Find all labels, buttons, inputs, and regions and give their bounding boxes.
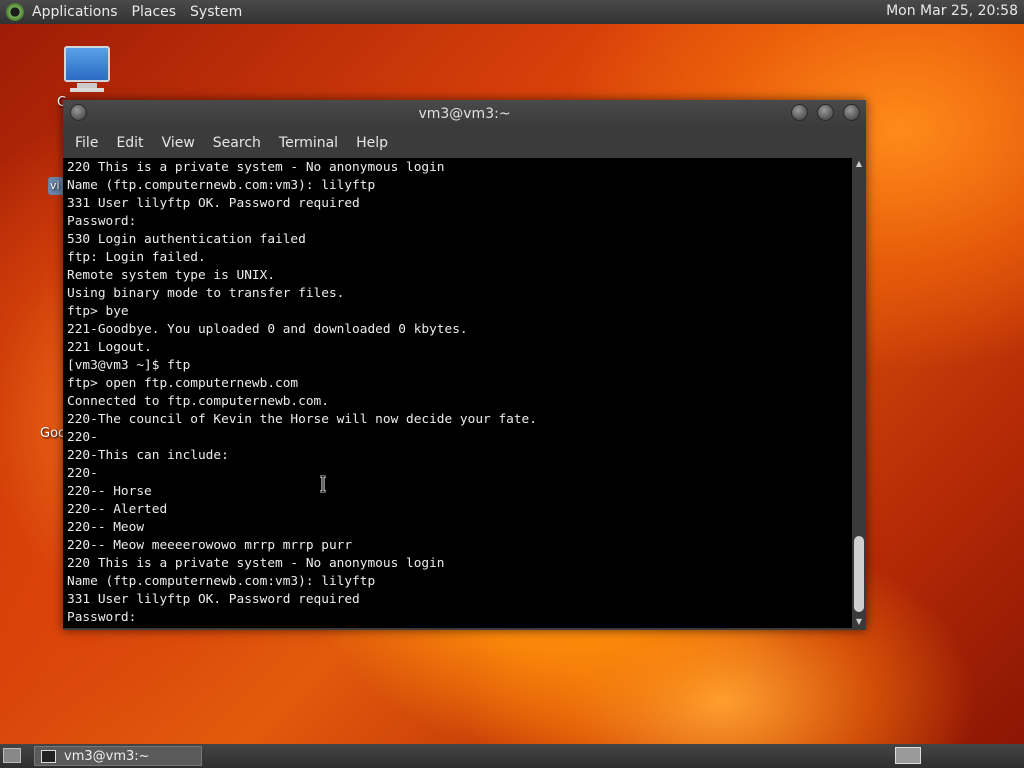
- system-menu[interactable]: System: [190, 4, 242, 20]
- bottom-panel: vm3@vm3:~: [0, 744, 1024, 768]
- desktop-icon-computer[interactable]: [64, 46, 110, 92]
- maximize-button[interactable]: [817, 104, 834, 121]
- workspace-switcher-icon[interactable]: [895, 747, 921, 764]
- applications-menu[interactable]: Applications: [32, 4, 118, 20]
- terminal-line: 221-Goodbye. You uploaded 0 and download…: [67, 322, 468, 337]
- terminal-window: vm3@vm3:~ File Edit View Search Terminal…: [63, 100, 866, 630]
- terminal-line: 220-: [67, 466, 98, 481]
- close-button[interactable]: [843, 104, 860, 121]
- terminal-line: Connected to ftp.computernewb.com.: [67, 394, 329, 409]
- window-titlebar[interactable]: vm3@vm3:~: [63, 100, 866, 128]
- terminal-line: 220-- Meow: [67, 520, 145, 535]
- terminal-line: 331 User lilyftp OK. Password required: [67, 196, 360, 211]
- terminal-line: 220-This can include:: [67, 448, 229, 463]
- terminal-line: 331 User lilyftp OK. Password required: [67, 592, 360, 607]
- gnome-foot-icon[interactable]: [6, 3, 24, 21]
- menu-help[interactable]: Help: [356, 135, 388, 151]
- terminal-line: ftp> open ftp.computernewb.com: [67, 376, 299, 391]
- menu-file[interactable]: File: [75, 135, 98, 151]
- menu-search[interactable]: Search: [213, 135, 261, 151]
- show-desktop-button[interactable]: [3, 748, 21, 763]
- menu-edit[interactable]: Edit: [116, 135, 143, 151]
- terminal-line: 220-: [67, 430, 98, 445]
- terminal-line: Remote system type is UNIX.: [67, 268, 276, 283]
- terminal-menubar: File Edit View Search Terminal Help: [63, 128, 866, 158]
- desktop-icon-label-selected[interactable]: vi: [48, 177, 64, 195]
- menu-terminal[interactable]: Terminal: [279, 135, 338, 151]
- terminal-scrollbar[interactable]: ▲ ▼: [852, 158, 866, 628]
- monitor-base: [70, 88, 104, 92]
- terminal-line: 220 This is a private system - No anonym…: [67, 556, 445, 571]
- ibeam-cursor-icon: [320, 475, 326, 493]
- terminal-line: Name (ftp.computernewb.com:vm3): lilyftp: [67, 574, 376, 589]
- terminal-line: Password:: [67, 610, 137, 625]
- places-menu[interactable]: Places: [132, 4, 177, 20]
- terminal-text[interactable]: 220 This is a private system - No anonym…: [63, 158, 852, 628]
- taskbar-item-terminal[interactable]: vm3@vm3:~: [34, 746, 202, 766]
- terminal-line: 530 Login authentication failed: [67, 232, 306, 247]
- terminal-line: 220-- Alerted: [67, 502, 168, 517]
- terminal-line: 220-- Horse: [67, 484, 152, 499]
- terminal-line: 220-The council of Kevin the Horse will …: [67, 412, 537, 427]
- terminal-line: 220 This is a private system - No anonym…: [67, 160, 445, 175]
- terminal-line: 220-- Meow meeeerowowo mrrp mrrp purr: [67, 538, 353, 553]
- minimize-button[interactable]: [791, 104, 808, 121]
- scrollbar-thumb[interactable]: [854, 536, 864, 612]
- computer-monitor-icon: [64, 46, 110, 82]
- terminal-line: ftp> bye: [67, 304, 129, 319]
- clock[interactable]: Mon Mar 25, 20:58: [886, 3, 1018, 19]
- terminal-line: 221 Logout.: [67, 340, 152, 355]
- chevron-up-icon[interactable]: ▲: [852, 158, 866, 170]
- terminal-icon: [41, 749, 56, 763]
- terminal-line: ftp: Login failed.: [67, 250, 206, 265]
- terminal-line: [vm3@vm3 ~]$ ftp: [67, 358, 191, 373]
- terminal-line: Name (ftp.computernewb.com:vm3): lilyftp: [67, 178, 376, 193]
- terminal-output-area[interactable]: 220 This is a private system - No anonym…: [63, 158, 852, 628]
- menu-view[interactable]: View: [162, 135, 195, 151]
- terminal-line: Password:: [67, 214, 137, 229]
- top-panel: Applications Places System Mon Mar 25, 2…: [0, 0, 1024, 24]
- window-title: vm3@vm3:~: [418, 106, 511, 122]
- chevron-down-icon[interactable]: ▼: [852, 616, 866, 628]
- taskbar-item-label: vm3@vm3:~: [64, 748, 150, 764]
- terminal-line: Using binary mode to transfer files.: [67, 286, 345, 301]
